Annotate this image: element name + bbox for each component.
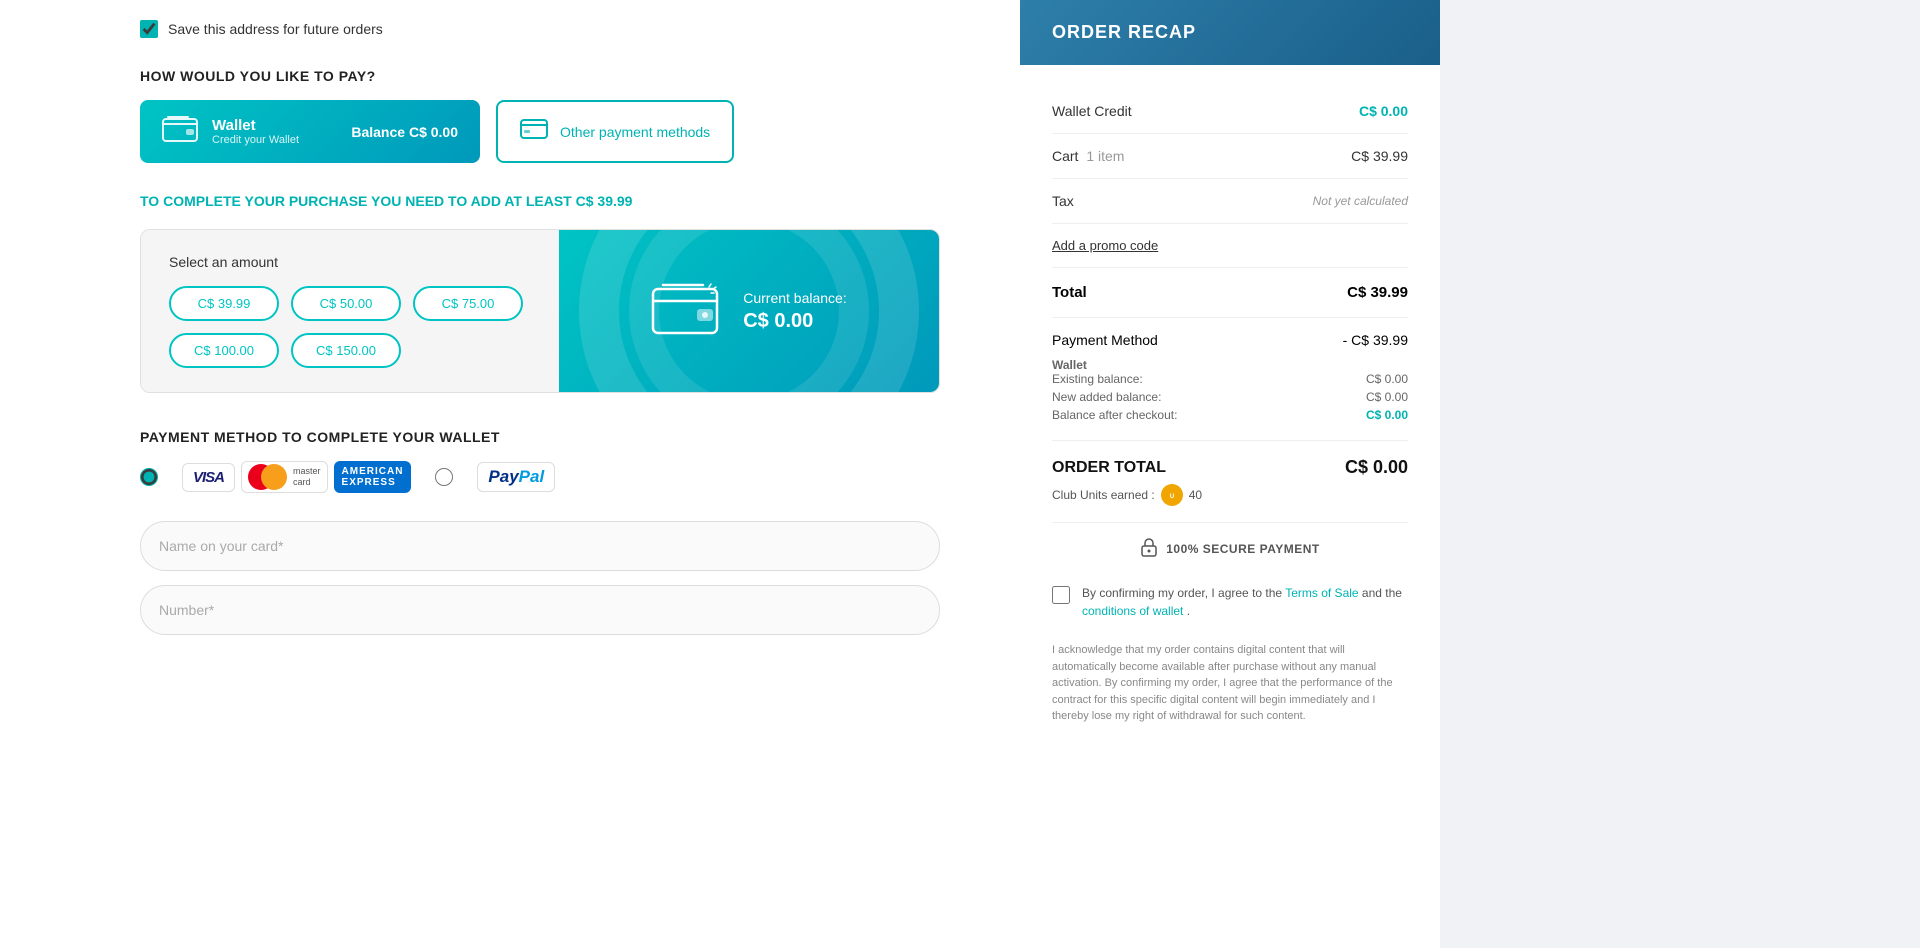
terms-section: By confirming my order, I agree to the T… <box>1052 574 1408 630</box>
amount-grid: C$ 39.99 C$ 50.00 C$ 75.00 C$ 100.00 C$ … <box>169 286 531 368</box>
card-logos: VISA mastercard AMERICANEXPRESS <box>182 461 411 493</box>
disclaimer-text: I acknowledge that my order contains dig… <box>1052 642 1408 725</box>
select-amount-label: Select an amount <box>169 254 531 270</box>
save-address-checkbox[interactable] <box>140 20 158 38</box>
order-recap-header: ORDER RECAP <box>1020 0 1440 65</box>
wallet-button[interactable]: Wallet Credit your Wallet Balance C$ 0.0… <box>140 100 480 163</box>
amount-btn-0[interactable]: C$ 39.99 <box>169 286 279 321</box>
radio-paypal[interactable] <box>435 468 453 486</box>
payment-buttons: Wallet Credit your Wallet Balance C$ 0.0… <box>140 100 940 163</box>
recap-cart: Cart 1 item C$ 39.99 <box>1052 134 1408 179</box>
conditions-of-wallet-link[interactable]: conditions of wallet <box>1082 604 1183 618</box>
payment-logos: VISA mastercard AMERICANEXPRESS PayPal <box>140 461 940 493</box>
name-on-card-input[interactable] <box>140 521 940 571</box>
card-number-input[interactable] <box>140 585 940 635</box>
club-badge: U <box>1161 484 1183 506</box>
wallet-text: Wallet Credit your Wallet <box>212 117 299 146</box>
wallet-display: Current balance: C$ 0.00 <box>559 230 939 392</box>
order-recap-body: Wallet Credit C$ 0.00 Cart 1 item C$ 39.… <box>1020 65 1440 948</box>
svg-text:U: U <box>1170 494 1174 500</box>
pm-existing-balance: Existing balance: C$ 0.00 New added bala… <box>1052 372 1408 422</box>
amount-btn-3[interactable]: C$ 100.00 <box>169 333 279 368</box>
pm-wallet-label: Wallet <box>1052 358 1408 372</box>
terms-of-sale-link[interactable]: Terms of Sale <box>1285 586 1358 600</box>
promo-code-link[interactable]: Add a promo code <box>1052 224 1408 268</box>
main-content: Save this address for future orders HOW … <box>0 0 1020 948</box>
wallet-balance: Balance C$ 0.00 <box>351 124 458 140</box>
lock-icon <box>1140 537 1158 560</box>
save-address-row: Save this address for future orders <box>140 20 940 38</box>
pm-header: Payment Method - C$ 39.99 <box>1052 332 1408 348</box>
cart-label: Cart 1 item <box>1052 148 1124 164</box>
sidebar: ORDER RECAP Wallet Credit C$ 0.00 Cart 1… <box>1020 0 1440 948</box>
paypal-logo: PayPal <box>477 462 555 492</box>
other-payment-label: Other payment methods <box>560 124 710 140</box>
radio-group-paypal <box>435 468 453 486</box>
recap-total: Total C$ 39.99 <box>1052 268 1408 318</box>
amex-logo: AMERICANEXPRESS <box>334 461 412 493</box>
wallet-display-inner: Current balance: C$ 0.00 <box>651 279 847 344</box>
save-address-label: Save this address for future orders <box>168 21 383 37</box>
amount-selector: Select an amount C$ 39.99 C$ 50.00 C$ 75… <box>141 230 559 392</box>
other-payment-button[interactable]: Other payment methods <box>496 100 734 163</box>
amount-btn-1[interactable]: C$ 50.00 <box>291 286 401 321</box>
wallet-icon <box>162 114 198 149</box>
order-total-section: ORDER TOTAL C$ 0.00 Club Units earned : … <box>1052 441 1408 523</box>
payment-method-title: PAYMENT METHOD TO COMPLETE YOUR WALLET <box>140 429 940 445</box>
amount-btn-2[interactable]: C$ 75.00 <box>413 286 523 321</box>
card-icon <box>520 119 548 145</box>
complete-notice: TO COMPLETE YOUR PURCHASE YOU NEED TO AD… <box>140 193 940 209</box>
terms-checkbox[interactable] <box>1052 586 1070 604</box>
radio-group-card <box>140 468 158 486</box>
order-total-row: ORDER TOTAL C$ 0.00 <box>1052 457 1408 478</box>
secure-payment: 100% SECURE PAYMENT <box>1052 523 1408 574</box>
wallet-display-icon <box>651 279 719 344</box>
recap-wallet-credit: Wallet Credit C$ 0.00 <box>1052 89 1408 134</box>
wallet-panel: Select an amount C$ 39.99 C$ 50.00 C$ 75… <box>140 229 940 393</box>
recap-tax: Tax Not yet calculated <box>1052 179 1408 224</box>
radio-card[interactable] <box>140 468 158 486</box>
club-units: Club Units earned : U 40 <box>1052 484 1408 506</box>
mastercard-logo: mastercard <box>241 461 328 493</box>
payment-method-recap: Payment Method - C$ 39.99 Wallet Existin… <box>1052 318 1408 441</box>
amount-btn-4[interactable]: C$ 150.00 <box>291 333 401 368</box>
terms-text: By confirming my order, I agree to the T… <box>1082 584 1408 620</box>
visa-logo: VISA <box>182 463 235 492</box>
wallet-balance-info: Current balance: C$ 0.00 <box>743 290 847 333</box>
payment-section-title: HOW WOULD YOU LIKE TO PAY? <box>140 68 940 84</box>
payment-method-section: PAYMENT METHOD TO COMPLETE YOUR WALLET V… <box>140 429 940 493</box>
